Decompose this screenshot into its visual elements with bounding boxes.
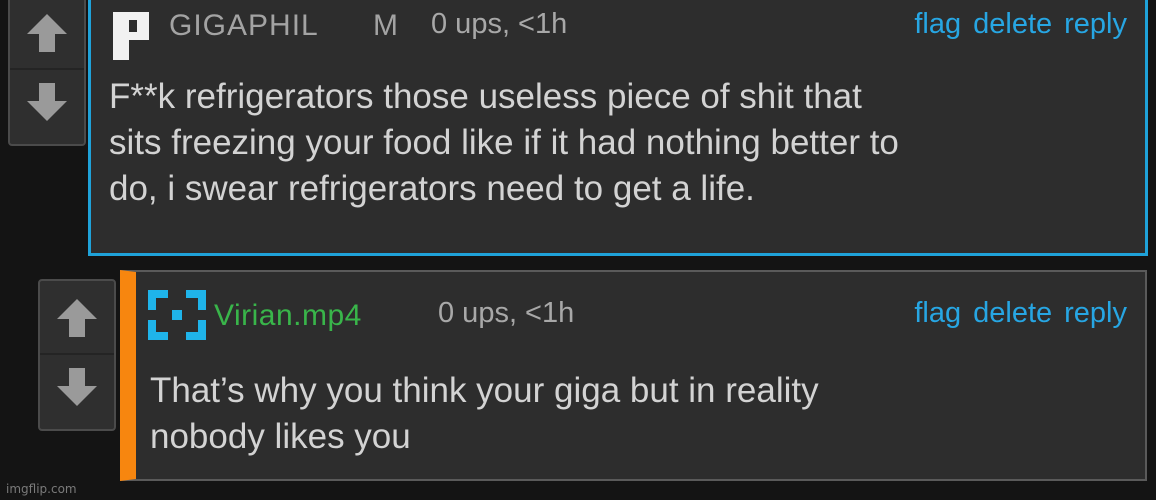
downvote-button[interactable] [40,353,114,419]
flag-link[interactable]: flag [914,8,961,41]
comment-actions: flag delete reply [914,8,1127,41]
reply-link[interactable]: reply [1064,8,1127,41]
flag-link[interactable]: flag [914,297,961,330]
user-gender: M [373,9,399,42]
comment-text: That’s why you think your giga but in re… [150,371,819,456]
comment-virian: Virian.mp4 0 ups, <1h flag delete reply … [120,270,1147,481]
username[interactable]: GIGAPHIL [169,9,319,43]
comment-meta: 0 ups, <1h [438,297,575,329]
comment-header: Virian.mp4 0 ups, <1h flag delete reply [136,282,1145,342]
comment-meta: 0 ups, <1h [431,8,568,40]
arrow-down-icon [27,83,67,121]
arrow-up-icon [27,14,67,52]
comment-header: GIGAPHIL M 0 ups, <1h flag delete reply [91,2,1145,62]
comment-gigaphil: GIGAPHIL M 0 ups, <1h flag delete reply … [88,0,1148,256]
upvote-button[interactable] [40,285,114,351]
comment-actions: flag delete reply [914,297,1127,330]
arrow-up-icon [57,299,97,337]
p-letter-avatar-icon[interactable] [111,10,151,67]
delete-link[interactable]: delete [973,297,1052,330]
username[interactable]: Virian.mp4 [214,299,362,333]
delete-link[interactable]: delete [973,8,1052,41]
arrow-down-icon [57,368,97,406]
downvote-button[interactable] [10,68,84,134]
upvote-button[interactable] [10,0,84,66]
reply-link[interactable]: reply [1064,297,1127,330]
vote-column-2 [38,279,116,431]
vote-column-1 [8,0,86,146]
imgflip-watermark: imgflip.com [6,482,77,496]
pixel-frame-avatar-icon[interactable] [146,286,208,349]
comment-text: F**k refrigerators those useless piece o… [109,77,899,208]
